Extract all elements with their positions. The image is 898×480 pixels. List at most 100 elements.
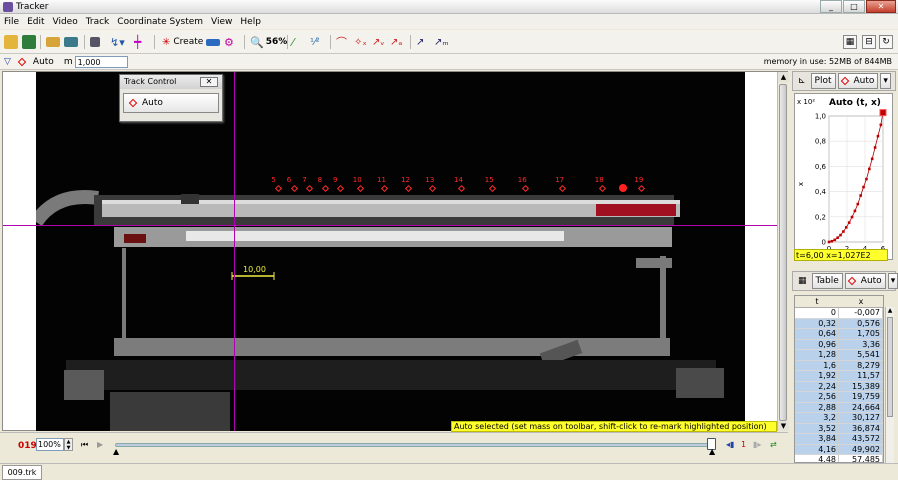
data-point	[879, 123, 883, 127]
menu-view[interactable]: View	[211, 17, 232, 27]
track-control-icon[interactable]	[206, 34, 220, 50]
table-row[interactable]: 0,64 1,705	[795, 329, 883, 340]
table-row[interactable]: 0 -0,007	[795, 308, 883, 319]
position-icon[interactable]: ✧ₓ	[354, 34, 367, 50]
loop-icon[interactable]: ⇄	[770, 440, 777, 449]
file-tab[interactable]: 009.trk	[2, 465, 42, 480]
zoom-field[interactable]: 100%	[36, 438, 64, 451]
autotracker-icon[interactable]: ⚙	[224, 34, 234, 50]
reset-icon[interactable]: ⏮	[81, 440, 88, 450]
menu-bar: File Edit Video Track Coordinate System …	[0, 14, 898, 29]
table-row[interactable]: 0,32 0,576	[795, 318, 883, 329]
table-row[interactable]: 4,48 57,485	[795, 455, 883, 462]
cell-x: 19,759	[839, 392, 883, 402]
table-row[interactable]: 3,2 30,127	[795, 413, 883, 424]
marker-label: 8	[317, 176, 323, 184]
step-back-icon[interactable]: ◂▮	[726, 440, 734, 449]
zoom-button[interactable]: 🔍 56%	[250, 34, 287, 50]
track-name[interactable]: Auto	[33, 57, 54, 67]
plot-tab-button[interactable]: Plot	[810, 73, 836, 89]
cell-x: 3,36	[839, 339, 883, 349]
marker-label: 6	[286, 176, 292, 184]
open-video-icon[interactable]	[46, 34, 60, 50]
col-header-x[interactable]: x	[839, 296, 883, 307]
table-row[interactable]: 3,52 36,874	[795, 423, 883, 434]
table-dropdown-icon[interactable]: ▾	[887, 273, 898, 289]
table-row[interactable]: 1,92 11,57	[795, 371, 883, 382]
mass-field[interactable]: 1,000	[74, 55, 128, 68]
labels-icon[interactable]: ⅟²	[310, 34, 320, 50]
cell-t: 0,96	[795, 339, 839, 349]
table-scrollbar[interactable]: ▲	[885, 307, 894, 463]
table-track-button[interactable]: Auto	[844, 273, 886, 289]
menu-track[interactable]: Track	[86, 17, 110, 27]
minimize-button[interactable]: _	[820, 0, 842, 13]
y-tick-label: 0,6	[815, 163, 827, 171]
clip-settings-icon[interactable]	[90, 34, 100, 50]
video-settings-icon[interactable]	[64, 34, 78, 50]
maximize-button[interactable]: □	[843, 0, 865, 13]
calibration-tools-icon[interactable]: ↯▾	[110, 34, 125, 50]
create-track-button[interactable]: ✳ Create	[162, 34, 203, 50]
track-menu-icon[interactable]: ▽	[4, 57, 11, 67]
end-marker-icon[interactable]: ▲	[709, 447, 715, 456]
menu-video[interactable]: Video	[53, 17, 78, 27]
table-row[interactable]: 2,88 24,664	[795, 402, 883, 413]
notes-icon[interactable]: ⊟	[862, 35, 876, 49]
table-row[interactable]: 3,84 43,572	[795, 434, 883, 445]
menu-edit[interactable]: Edit	[27, 17, 44, 27]
y-tick-label: 0,2	[815, 213, 826, 221]
marker-label: 12	[401, 176, 411, 184]
menu-help[interactable]: Help	[240, 17, 261, 27]
save-icon[interactable]	[22, 34, 36, 50]
step-size[interactable]: 1	[741, 440, 746, 449]
plot-track-button[interactable]: Auto	[837, 73, 879, 89]
track-control-auto-button[interactable]: Auto	[123, 93, 219, 113]
cell-t: 1,6	[795, 360, 839, 370]
table-row[interactable]: 1,6 8,279	[795, 360, 883, 371]
table-row[interactable]: 2,56 19,759	[795, 392, 883, 403]
plot-area[interactable]: x 10² Auto (t, x) 00,20,40,60,81,00246 t…	[794, 93, 893, 260]
force-icon[interactable]: ↗	[416, 34, 424, 50]
frame-slider[interactable]	[115, 443, 715, 447]
axes-icon[interactable]: ┿	[134, 34, 141, 50]
frame-number[interactable]: 019	[18, 441, 37, 451]
refresh-icon[interactable]: ↻	[879, 35, 893, 49]
track-control-close[interactable]: ✕	[200, 77, 218, 87]
table-tab-button[interactable]: Table	[811, 273, 843, 289]
axis-vertical[interactable]	[234, 72, 235, 431]
start-marker-icon[interactable]: ▲	[113, 447, 119, 456]
table-scroll-up-icon[interactable]: ▲	[886, 307, 894, 316]
close-button[interactable]: ✕	[866, 0, 896, 13]
table-row[interactable]: 0,96 3,36	[795, 339, 883, 350]
play-icon[interactable]: ▶	[97, 440, 103, 449]
menu-file[interactable]: File	[4, 17, 19, 27]
rulers-toggle-icon[interactable]: ▦	[843, 35, 857, 49]
video-scroll-thumb[interactable]	[779, 84, 787, 421]
open-folder-icon[interactable]	[4, 34, 18, 50]
path-icon[interactable]: ⌒	[336, 34, 347, 50]
plot-dropdown-icon[interactable]: ▾	[880, 73, 891, 89]
table-head: t x	[795, 296, 883, 308]
table-row[interactable]: 1,28 5,541	[795, 350, 883, 361]
table-row[interactable]: 4,16 49,902	[795, 444, 883, 455]
momentum-icon[interactable]: ↗ₘ	[434, 34, 449, 50]
acceleration-icon[interactable]: ↗ₐ	[390, 34, 402, 50]
scroll-down-icon[interactable]: ▼	[778, 421, 789, 431]
cell-t: 3,84	[795, 434, 839, 444]
axis-horizontal[interactable]	[3, 225, 777, 226]
video-scrollbar[interactable]: ▲ ▼	[777, 72, 789, 431]
current-position-marker[interactable]	[619, 184, 627, 192]
velocity-icon[interactable]: ↗ᵥ	[372, 34, 385, 50]
scroll-up-icon[interactable]: ▲	[778, 72, 789, 82]
trails-icon[interactable]: ⁄	[292, 34, 294, 50]
player-controls: 019 100% ▲ ▼ ⏮ ▶ ▲ ▲ ◂▮ 1 ▮▸ ⇄	[0, 432, 788, 456]
col-header-t[interactable]: t	[795, 296, 839, 307]
table-row[interactable]: 2,24 15,389	[795, 381, 883, 392]
data-table[interactable]: t x 0 -0,007 0,32 0,576 0,64 1,705 0,96 3,36 1,2…	[794, 295, 884, 463]
video-frame[interactable]: 10,00 5 6 7 8 9 10 11 12 13 14 15 16 17 18 19	[36, 72, 745, 431]
zoom-spinner[interactable]: ▲ ▼	[64, 438, 73, 451]
table-scroll-thumb[interactable]	[887, 317, 893, 417]
menu-coordinate-system[interactable]: Coordinate System	[117, 17, 203, 27]
step-forward-icon[interactable]: ▮▸	[753, 440, 761, 449]
